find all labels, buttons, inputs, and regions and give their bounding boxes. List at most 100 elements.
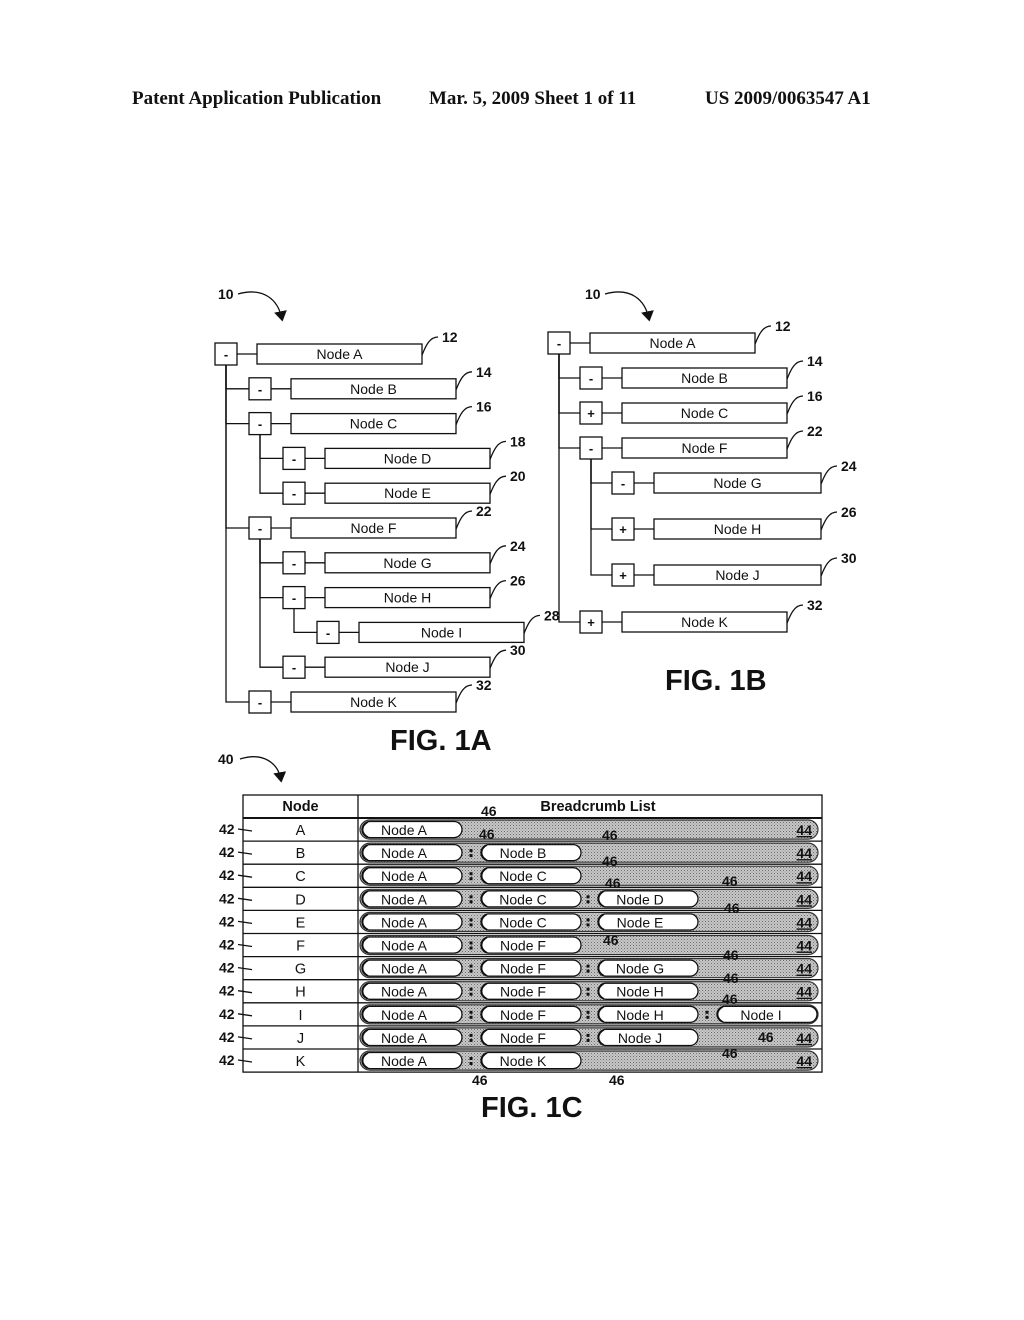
- separator-icon: [469, 1010, 473, 1014]
- reference-numeral-42: 42: [219, 937, 235, 953]
- breadcrumb-label: Node F: [500, 938, 546, 954]
- reference-leader: [237, 1036, 253, 1040]
- tree-node-node-b[interactable]: - Node B 14: [248, 364, 492, 401]
- breadcrumb-item[interactable]: Node A: [361, 1005, 463, 1024]
- tree-node-node-d[interactable]: - Node D 18: [282, 433, 526, 471]
- reference-numeral-42: 42: [219, 1006, 235, 1022]
- node-label: Node E: [384, 485, 431, 501]
- tree-node-node-c[interactable]: + Node C 16: [579, 388, 823, 425]
- separator-icon: [469, 1033, 473, 1037]
- tree-connector: [293, 608, 317, 634]
- separator-icon: [586, 895, 590, 899]
- separator-icon: [469, 918, 473, 922]
- reference-leader: [237, 943, 253, 948]
- tree-node-node-a[interactable]: - Node A 12: [547, 318, 791, 355]
- reference-numeral: 30: [510, 642, 526, 658]
- node-label: Node H: [384, 590, 431, 606]
- tree-node-node-k[interactable]: + Node K 32: [579, 597, 823, 634]
- breadcrumb-item[interactable]: Node A: [361, 1051, 463, 1070]
- breadcrumb-item[interactable]: Node B: [469, 843, 582, 862]
- breadcrumb-item[interactable]: Node A: [361, 1028, 463, 1047]
- reference-leader: [820, 465, 838, 485]
- tree-connector: [590, 459, 612, 576]
- tree-node-node-h[interactable]: + Node H 26: [611, 504, 857, 541]
- tree-node-node-e[interactable]: - Node E 20: [282, 468, 526, 505]
- breadcrumb-item[interactable]: Node A: [361, 820, 463, 839]
- tree-connector: [259, 434, 283, 460]
- figure-caption: FIG. 1C: [481, 1092, 583, 1124]
- breadcrumb-item[interactable]: Node C: [469, 913, 582, 931]
- tree-node-node-f[interactable]: - Node F 22: [579, 423, 823, 460]
- minus-icon: -: [589, 371, 593, 386]
- tree-connector: [558, 354, 580, 449]
- reference-numeral-46: 46: [722, 873, 738, 889]
- reference-leader: [786, 604, 804, 624]
- tree-node-node-b[interactable]: - Node B 14: [579, 353, 823, 390]
- tree-connector: [558, 354, 580, 623]
- tree-node-node-j[interactable]: + Node J 30: [611, 550, 857, 587]
- tree-node-node-j[interactable]: - Node J 30: [282, 642, 526, 679]
- reference-numeral: 14: [807, 353, 823, 369]
- tree-node-node-g[interactable]: - Node G 24: [611, 458, 857, 495]
- separator-icon: [469, 1062, 473, 1065]
- reference-leader: [237, 828, 253, 832]
- tree-node-node-c[interactable]: - Node C 16: [248, 399, 492, 436]
- tree-node-node-a[interactable]: - Node A 12: [214, 329, 458, 366]
- breadcrumb-item[interactable]: Node I: [705, 1005, 818, 1024]
- node-label: Node J: [715, 567, 759, 583]
- reference-numeral-44: 44: [796, 914, 812, 930]
- breadcrumb-item[interactable]: Node J: [586, 1028, 699, 1047]
- breadcrumb-item[interactable]: Node F: [469, 959, 582, 977]
- breadcrumb-item[interactable]: Node E: [586, 913, 699, 931]
- node-label: Node K: [350, 694, 397, 710]
- minus-icon: -: [292, 591, 296, 606]
- separator-icon: [469, 992, 473, 996]
- separator-icon: [469, 877, 473, 881]
- reference-leader: [455, 405, 473, 425]
- node-cell: E: [296, 915, 306, 931]
- tree-node-node-g[interactable]: - Node G 24: [282, 538, 526, 575]
- reference-numeral: 12: [775, 318, 791, 334]
- breadcrumb-item[interactable]: Node C: [469, 890, 582, 908]
- tree-node-node-i[interactable]: - Node I 28: [316, 607, 560, 645]
- separator-icon: [469, 941, 473, 945]
- tree-node-node-f[interactable]: - Node F 22: [248, 503, 492, 540]
- breadcrumb-item[interactable]: Node F: [469, 982, 582, 1000]
- breadcrumb-item[interactable]: Node A: [361, 913, 463, 931]
- tree-connector: [558, 354, 580, 379]
- separator-icon: [586, 992, 590, 996]
- breadcrumb-item[interactable]: Node A: [361, 867, 463, 885]
- table-row[interactable]: 42 B 44 Node A Node B: [219, 840, 822, 863]
- breadcrumb-item[interactable]: Node H: [586, 1005, 699, 1024]
- reference-leader: [237, 990, 253, 994]
- tree-node-node-h[interactable]: - Node H 26: [282, 573, 526, 610]
- reference-numeral: 30: [841, 550, 857, 566]
- breadcrumb-item[interactable]: Node C: [469, 867, 582, 885]
- breadcrumb-item[interactable]: Node K: [469, 1051, 582, 1070]
- table-row[interactable]: 42 J 44 Node A Node F Node J: [219, 1025, 822, 1048]
- table-row[interactable]: 42 A 44 Node A: [219, 819, 819, 840]
- breadcrumb-item[interactable]: Node H: [586, 982, 699, 1000]
- reference-numeral-46: 46: [722, 1045, 738, 1061]
- node-cell: B: [296, 846, 306, 862]
- breadcrumb-item[interactable]: Node A: [361, 982, 463, 1000]
- breadcrumb-label: Node A: [381, 822, 428, 838]
- tree-node-node-k[interactable]: - Node K 32: [248, 677, 492, 714]
- reference-leader: [820, 557, 838, 577]
- reference-numeral-42: 42: [219, 821, 235, 837]
- breadcrumb-item[interactable]: Node A: [361, 890, 463, 908]
- breadcrumb-item[interactable]: Node A: [361, 959, 463, 977]
- breadcrumb-item[interactable]: Node F: [469, 1005, 582, 1024]
- breadcrumb-item[interactable]: Node A: [361, 843, 463, 862]
- node-cell: K: [296, 1054, 306, 1070]
- breadcrumb-item[interactable]: Node A: [361, 936, 463, 954]
- reference-numeral: 24: [841, 458, 857, 474]
- reference-numeral-10: 10: [218, 286, 234, 302]
- node-cell: I: [298, 1008, 302, 1024]
- reference-numeral-42: 42: [219, 960, 235, 976]
- reference-numeral: 32: [807, 597, 823, 613]
- breadcrumb-item[interactable]: Node D: [586, 890, 699, 908]
- breadcrumb-item[interactable]: Node G: [586, 959, 699, 977]
- breadcrumb-item[interactable]: Node F: [469, 1028, 582, 1047]
- breadcrumb-item[interactable]: Node F: [469, 936, 582, 954]
